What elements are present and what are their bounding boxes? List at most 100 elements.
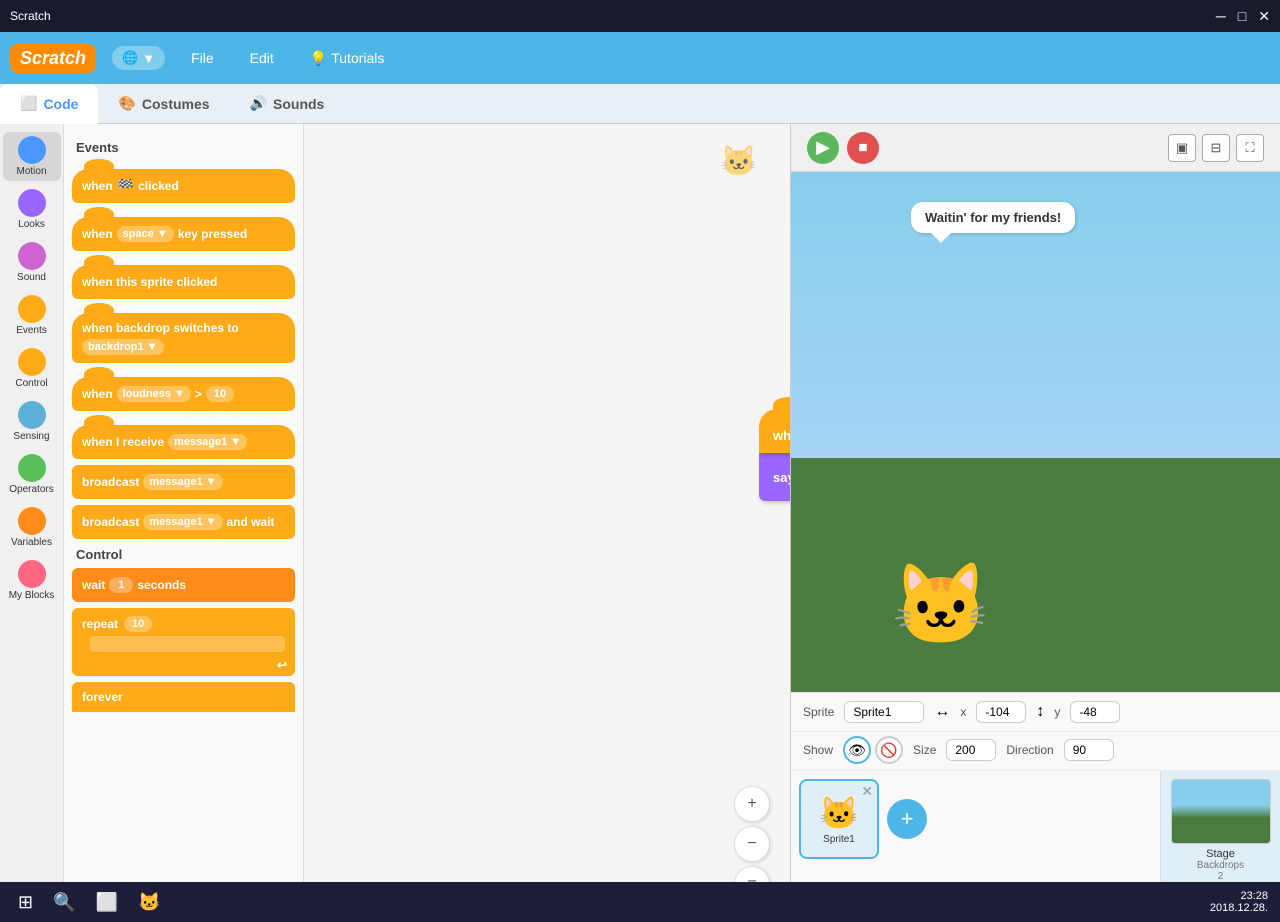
repeat-inner	[90, 636, 285, 652]
sprite-name-input[interactable]	[844, 701, 924, 723]
sprite-info: Sprite ↔ x ↕ y	[791, 693, 1280, 732]
sidebar-item-myblocks[interactable]: My Blocks	[3, 556, 61, 605]
control-section-header: Control	[76, 547, 295, 562]
sidebar-item-events[interactable]: Events	[3, 291, 61, 340]
tab-sounds[interactable]: 🔊 Sounds	[230, 84, 345, 124]
show-buttons: 👁 🚫	[843, 736, 903, 764]
stage-background: Waitin' for my friends! 🐱	[791, 172, 1280, 692]
canvas-sprite-thumbnail: 🐱	[720, 144, 760, 184]
block-when-sprite-clicked[interactable]: when this sprite clicked	[72, 265, 295, 299]
start-button[interactable]: ⊞	[12, 890, 39, 915]
loudness-value[interactable]: 10	[206, 386, 234, 402]
x-label: x	[960, 705, 966, 719]
sidebar-item-sensing[interactable]: Sensing	[3, 397, 61, 446]
backdrops-label: Backdrops	[1197, 860, 1244, 871]
wait-value[interactable]: 1	[109, 577, 133, 593]
block-when-backdrop[interactable]: when backdrop switches to backdrop1 ▼	[72, 313, 295, 363]
layout-small-button[interactable]: ▣	[1168, 134, 1196, 162]
costumes-tab-icon: 🎨	[118, 95, 135, 112]
hide-eye-button[interactable]: 🚫	[875, 736, 903, 764]
sidebar-item-sound[interactable]: Sound	[3, 238, 61, 287]
stop-button[interactable]: ⏹	[847, 132, 879, 164]
sprite-info-row2: Show 👁 🚫 Size Direction	[791, 732, 1280, 771]
block-broadcast[interactable]: broadcast message1 ▼	[72, 465, 295, 499]
broadcast-dropdown[interactable]: message1 ▼	[143, 474, 222, 490]
key-dropdown[interactable]: space ▼	[117, 226, 174, 242]
stage-canvas: Waitin' for my friends! 🐱	[791, 172, 1280, 692]
minimize-button[interactable]: ─	[1216, 8, 1226, 25]
language-button[interactable]: 🌐 ▼	[112, 46, 165, 70]
scratch-taskbar-button[interactable]: 🐱	[132, 890, 166, 915]
main-layout: Motion Looks Sound Events Control Sensin…	[0, 124, 1280, 922]
layout-normal-button[interactable]: ⊟	[1202, 134, 1230, 162]
tabs-bar: ⬜ Code 🎨 Costumes 🔊 Sounds	[0, 84, 1280, 124]
remove-sprite-button[interactable]: ✕	[861, 783, 873, 800]
direction-input[interactable]	[1064, 739, 1114, 761]
backdrops-count: 2	[1218, 871, 1224, 882]
tab-costumes[interactable]: 🎨 Costumes	[98, 84, 229, 124]
file-menu[interactable]: File	[181, 44, 224, 72]
canvas-say-block[interactable]: say Waitin' for my friends!	[759, 453, 790, 501]
backdrop-dropdown[interactable]: backdrop1 ▼	[82, 339, 164, 355]
language-arrow: ▼	[142, 51, 155, 66]
add-sprite-button[interactable]: +	[887, 799, 927, 839]
green-flag-button[interactable]: ▶	[807, 132, 839, 164]
globe-icon: 🌐	[122, 50, 138, 66]
sidebar-item-motion[interactable]: Motion	[3, 132, 61, 181]
taskbar-right: 23:28 2018.12.28.	[1210, 890, 1268, 914]
show-label: Show	[803, 743, 833, 757]
sidebar-item-operators[interactable]: Operators	[3, 450, 61, 499]
scratch-logo: Scratch	[10, 44, 96, 73]
block-when-receive[interactable]: when I receive message1 ▼	[72, 425, 295, 459]
message-dropdown[interactable]: message1 ▼	[168, 434, 247, 450]
canvas-area: 🐱 when 🏁 clicked say Waitin' for my frie…	[304, 124, 790, 922]
block-when-flag-clicked[interactable]: when 🏁 clicked	[72, 169, 295, 203]
show-eye-button[interactable]: 👁	[843, 736, 871, 764]
loudness-dropdown[interactable]: loudness ▼	[117, 386, 191, 402]
sidebar-item-control[interactable]: Control	[3, 344, 61, 393]
maximize-button[interactable]: □	[1238, 8, 1246, 25]
sounds-tab-icon: 🔊	[250, 95, 267, 112]
taskbar-left: ⊞ 🔍 ⬜ 🐱	[12, 890, 166, 915]
tab-code[interactable]: ⬜ Code	[0, 84, 98, 124]
repeat-value[interactable]: 10	[124, 616, 152, 632]
sidebar-item-looks[interactable]: Looks	[3, 185, 61, 234]
stage-thumb-label: Stage	[1206, 848, 1235, 860]
search-button[interactable]: 🔍	[47, 890, 81, 915]
flag-icon: 🏁	[117, 178, 134, 195]
sprite-x-input[interactable]	[976, 701, 1026, 723]
title-bar: Scratch ─ □ ✕	[0, 0, 1280, 32]
layout-fullscreen-button[interactable]: ⛶	[1236, 134, 1264, 162]
code-canvas[interactable]: 🐱 when 🏁 clicked say Waitin' for my frie…	[304, 124, 790, 922]
code-tab-icon: ⬜	[20, 95, 37, 112]
sidebar-item-variables[interactable]: Variables	[3, 503, 61, 552]
size-input[interactable]	[946, 739, 996, 761]
block-broadcast-wait[interactable]: broadcast message1 ▼ and wait	[72, 505, 295, 539]
speech-bubble: Waitin' for my friends!	[911, 202, 1075, 233]
zoom-in-button[interactable]: +	[734, 786, 770, 822]
block-when-loudness[interactable]: when loudness ▼ > 10	[72, 377, 295, 411]
block-repeat[interactable]: repeat 10 ↩	[72, 608, 295, 676]
task-view-button[interactable]: ⬜	[90, 890, 124, 915]
block-when-key-pressed[interactable]: when space ▼ key pressed	[72, 217, 295, 251]
edit-menu[interactable]: Edit	[240, 44, 284, 72]
clock: 23:28	[1210, 890, 1268, 902]
stage-thumbnail[interactable]	[1171, 779, 1271, 844]
close-button[interactable]: ✕	[1258, 8, 1270, 25]
app-title: Scratch	[10, 9, 51, 23]
categories-sidebar: Motion Looks Sound Events Control Sensin…	[0, 124, 64, 922]
broadcast-wait-dropdown[interactable]: message1 ▼	[143, 514, 222, 530]
zoom-out-button[interactable]: −	[734, 826, 770, 862]
arrows-icon: ↔	[934, 703, 950, 721]
add-sprite-container: +	[887, 779, 927, 859]
canvas-when-flag-clicked[interactable]: when 🏁 clicked	[759, 409, 790, 453]
block-wait[interactable]: wait 1 seconds	[72, 568, 295, 602]
block-forever[interactable]: forever	[72, 682, 295, 712]
sprite-y-input[interactable]	[1070, 701, 1120, 723]
sprite-thumb-sprite1[interactable]: ✕ 🐱 Sprite1	[799, 779, 879, 859]
events-section-header: Events	[76, 140, 295, 155]
stage-layout-buttons: ▣ ⊟ ⛶	[1168, 134, 1264, 162]
sprite-label: Sprite	[803, 705, 834, 719]
tutorials-button[interactable]: 💡 Tutorials	[300, 44, 395, 73]
title-bar-left: Scratch	[10, 9, 51, 23]
